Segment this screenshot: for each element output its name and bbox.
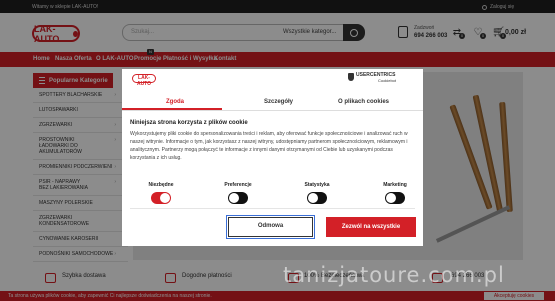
preferences-toggle[interactable] <box>228 192 248 204</box>
tab-about-cookies[interactable]: O plikach cookies <box>338 99 389 105</box>
toggle-knob <box>308 193 318 203</box>
usercentrics-brand: USERCENTRICS Cookiebot <box>356 73 397 84</box>
divider <box>130 208 415 209</box>
allow-all-button[interactable]: Zezwól na wszystkie <box>326 217 416 237</box>
tab-details[interactable]: Szczegóły <box>264 99 293 105</box>
necessary-toggle <box>151 192 171 204</box>
toggle-label-preferences: Preferencje <box>224 182 252 188</box>
dialog-tabs: Zgoda Szczegóły O plikach cookies <box>122 96 423 111</box>
deny-button[interactable]: Odmowa <box>228 217 313 237</box>
marketing-toggle[interactable] <box>385 192 405 204</box>
toggle-label-statistics: Statystyka <box>304 182 330 188</box>
toggle-knob <box>229 193 239 203</box>
brand-sub: Cookiebot <box>378 78 397 83</box>
toggle-label-marketing: Marketing <box>383 182 407 188</box>
toggle-knob <box>386 193 396 203</box>
dialog-body: Wykorzystujemy pliki cookie do spersonal… <box>130 131 408 161</box>
usercentrics-icon <box>348 73 354 81</box>
dialog-logo: LAK-AUTO <box>132 74 156 87</box>
dialog-title: Niniejsza strona korzysta z plików cooki… <box>130 120 248 126</box>
active-tab-indicator <box>122 108 222 110</box>
toggle-label-necessary: Niezbędne <box>148 182 174 188</box>
statistics-toggle[interactable] <box>307 192 327 204</box>
toggle-knob <box>160 193 170 203</box>
watermark: tanizjatoure.com.pl <box>283 263 505 287</box>
tab-consent[interactable]: Zgoda <box>166 99 184 105</box>
cookie-consent-dialog: LAK-AUTO USERCENTRICS Cookiebot Zgoda Szc… <box>122 69 423 246</box>
